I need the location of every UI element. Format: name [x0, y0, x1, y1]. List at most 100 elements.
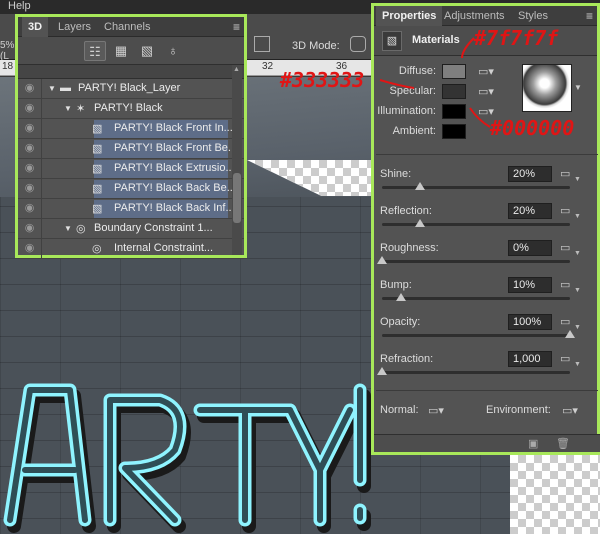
property-value-field[interactable]: 20%	[508, 203, 552, 219]
environment-folder-icon[interactable]: ▭▾	[562, 404, 578, 417]
scroll-up-icon[interactable]: ▲	[233, 66, 240, 73]
texture-folder-icon[interactable]: ▭	[560, 167, 570, 180]
whole-scene-filter-icon[interactable]: ☷	[84, 41, 106, 61]
normal-folder-icon[interactable]: ▭▾	[428, 404, 444, 417]
tab-channels[interactable]: Channels	[98, 17, 156, 37]
chevron-down-icon[interactable]: ▼	[574, 176, 581, 183]
slider-thumb[interactable]	[565, 330, 575, 338]
panel-properties-tabs: Properties Adjustments Styles ≡	[374, 6, 597, 26]
texture-folder-icon[interactable]: ▭	[560, 241, 570, 254]
texture-folder-icon[interactable]: ▭	[560, 315, 570, 328]
folder-icon: ▬	[60, 82, 71, 94]
material-icon: ▧	[92, 143, 103, 155]
trash-icon[interactable]: 🗑	[556, 437, 570, 450]
visibility-eye-icon[interactable]: ◉	[18, 159, 42, 178]
visibility-eye-icon[interactable]: ◉	[18, 139, 42, 158]
mesh-filter-icon[interactable]: ▦	[110, 41, 132, 61]
slider-thumb[interactable]	[395, 293, 406, 301]
layer-row[interactable]: ◉ ▧ PARTY! Black Front In...	[18, 119, 244, 139]
layer-label: PARTY! Black Extrusio...	[114, 162, 235, 174]
swatch-label: Diffuse:	[398, 65, 436, 77]
tab-styles[interactable]: Styles	[512, 6, 554, 26]
property-label: Roughness:	[380, 242, 439, 254]
texture-folder-icon[interactable]: ▭	[560, 352, 570, 365]
slider-thumb[interactable]	[377, 256, 387, 264]
annotation-diffuse: #7f7f7f	[474, 26, 559, 50]
layer-row[interactable]: ◉ ▼ ▬ PARTY! Black_Layer	[18, 79, 244, 99]
layer-row[interactable]: ◉ ▧ PARTY! Black Extrusio...	[18, 159, 244, 179]
preset-picker-arrow-icon[interactable]: ▼	[574, 83, 582, 92]
layer-row[interactable]: ◉ ▼ ✶ PARTY! Black	[18, 99, 244, 119]
align-icon[interactable]	[254, 36, 270, 52]
panel-properties: Properties Adjustments Styles ≡ ▧ Materi…	[371, 3, 600, 455]
property-label: Refraction:	[380, 353, 434, 365]
materials-title: Materials	[412, 34, 460, 46]
color-swatch[interactable]	[442, 84, 466, 99]
property-value-field[interactable]: 100%	[508, 314, 552, 330]
material-preview-sphere[interactable]	[522, 64, 572, 112]
slider-track[interactable]	[382, 186, 570, 189]
visibility-eye-icon[interactable]: ◉	[18, 79, 42, 98]
layer-row[interactable]: ◉ ▧ PARTY! Black Back Be...	[18, 179, 244, 199]
material-icon: ▧	[92, 183, 103, 195]
color-swatch[interactable]	[442, 124, 466, 139]
material-filter-icon[interactable]: ▧	[136, 41, 158, 61]
menu-help[interactable]: Help	[8, 0, 31, 12]
slider-track[interactable]	[382, 371, 570, 374]
property-value-field[interactable]: 1,000	[508, 351, 552, 367]
expand-triangle-icon[interactable]: ▼	[48, 84, 56, 93]
visibility-eye-icon[interactable]: ◉	[18, 199, 42, 218]
new-material-icon[interactable]: ▣	[528, 437, 538, 450]
chevron-down-icon[interactable]: ▼	[574, 250, 581, 257]
panel-3d-scrollbar[interactable]: ▲	[232, 65, 242, 255]
visibility-eye-icon[interactable]: ◉	[18, 239, 42, 258]
chevron-down-icon[interactable]: ▼	[574, 287, 581, 294]
property-value-field[interactable]: 10%	[508, 277, 552, 293]
chevron-down-icon[interactable]: ▼	[574, 324, 581, 331]
tab-3d[interactable]: 3D	[22, 17, 49, 37]
layer-label: Internal Constraint...	[114, 242, 214, 254]
slider-thumb[interactable]	[377, 367, 387, 375]
panel-3d: 3D Layers Channels ≡ ☷ ▦ ▧ ♁ ◉ ▼ ▬ PARTY! B…	[15, 14, 247, 259]
tab-properties[interactable]: Properties	[376, 6, 443, 26]
texture-folder-icon[interactable]: ▭▾	[478, 85, 494, 98]
slider-track[interactable]	[382, 223, 570, 226]
visibility-eye-icon[interactable]: ◉	[18, 99, 42, 118]
color-swatch[interactable]	[442, 104, 466, 119]
layer-label: PARTY! Black	[94, 102, 163, 114]
slider-track[interactable]	[382, 260, 570, 263]
chevron-down-icon[interactable]: ▼	[574, 361, 581, 368]
slider-track[interactable]	[382, 334, 570, 337]
panel-menu-icon[interactable]: ≡	[233, 20, 240, 34]
panel-menu-icon[interactable]: ≡	[586, 9, 593, 23]
property-value-field[interactable]: 20%	[508, 166, 552, 182]
layer-row[interactable]: ◉ ▧ PARTY! Black Back Inf...	[18, 199, 244, 219]
3d-rotate-icon[interactable]	[350, 36, 366, 52]
layer-row[interactable]: ◉ ▼ ◎ Boundary Constraint 1...	[18, 219, 244, 239]
light-filter-icon[interactable]: ♁	[162, 41, 184, 61]
chevron-down-icon[interactable]: ▼	[574, 213, 581, 220]
slider-track[interactable]	[382, 297, 570, 300]
color-swatch[interactable]	[442, 64, 466, 79]
tab-adjustments[interactable]: Adjustments	[438, 6, 511, 26]
layer-row[interactable]: ◉ ◎ Internal Constraint...	[18, 239, 244, 259]
visibility-eye-icon[interactable]: ◉	[18, 119, 42, 138]
texture-folder-icon[interactable]: ▭	[560, 204, 570, 217]
visibility-eye-icon[interactable]: ◉	[18, 179, 42, 198]
layer-row[interactable]: ◉ ▧ PARTY! Black Front Be...	[18, 139, 244, 159]
property-value-field[interactable]: 0%	[508, 240, 552, 256]
scene-layer-list: ◉ ▼ ▬ PARTY! Black_Layer ◉ ▼ ✶ PARTY! Black ◉ ▧ PA…	[18, 79, 244, 259]
slider-thumb[interactable]	[414, 182, 425, 190]
slider-property: Reflection: 20% ▭ ▼	[374, 201, 600, 237]
panel-footer: ▣ 🗑	[374, 434, 600, 452]
annotation-specular: #333333	[280, 68, 365, 92]
texture-folder-icon[interactable]: ▭	[560, 278, 570, 291]
tab-layers[interactable]: Layers	[52, 17, 97, 37]
expand-triangle-icon[interactable]: ▼	[64, 104, 72, 113]
panel-3d-tabs: 3D Layers Channels ≡	[18, 17, 244, 37]
slider-thumb[interactable]	[414, 219, 425, 227]
expand-triangle-icon[interactable]: ▼	[64, 224, 72, 233]
visibility-eye-icon[interactable]: ◉	[18, 219, 42, 238]
texture-folder-icon[interactable]: ▭▾	[478, 65, 494, 78]
scrollbar-thumb[interactable]	[233, 173, 241, 223]
